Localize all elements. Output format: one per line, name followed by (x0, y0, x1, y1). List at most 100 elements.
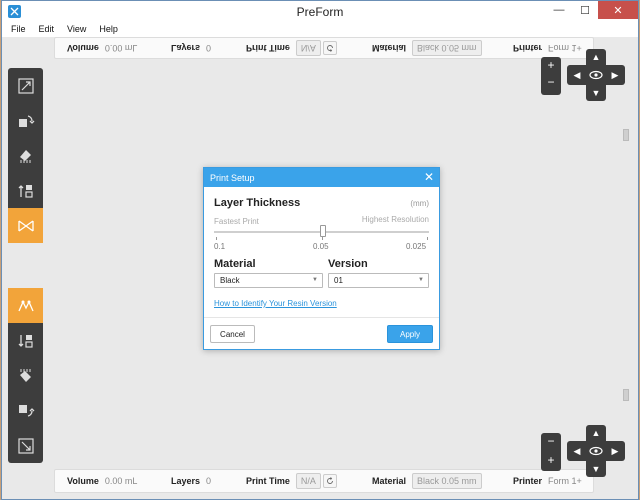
volume-value: 0.00 mL (104, 476, 138, 486)
stat-layers: Layers 0 (171, 38, 211, 58)
tick-label-0-1: 0.1 (214, 242, 226, 251)
zoom-out-button[interactable]: − (541, 434, 561, 448)
printer-value: Form 1+ (548, 476, 582, 486)
camera-dpad: ▲ ▼ ◀ ▶ (567, 425, 625, 477)
stats-bar: Volume 0.00 mL Layers 0 Print Time N/A M… (54, 469, 594, 493)
highest-resolution-label: Highest Resolution (361, 215, 429, 224)
stat-print-time: Print Time N/A (246, 38, 337, 58)
zoom-controls: − + (541, 433, 561, 471)
layer-thickness-header: Layer Thickness (mm) (214, 197, 429, 209)
menu-file[interactable]: File (11, 23, 26, 37)
chevron-down-icon: ▼ (312, 277, 318, 283)
resin-version-help-link[interactable]: How to Identify Your Resin Version (214, 299, 337, 308)
slider-tick (216, 237, 217, 240)
orient-icon[interactable] (8, 138, 43, 173)
pan-right-button[interactable]: ▶ (605, 443, 625, 459)
scrollbar-thumb-bottom[interactable] (623, 389, 629, 401)
dialog-header: Print Setup ✕ (204, 168, 439, 187)
title-bar: PreForm — ☐ ✕ (2, 1, 638, 23)
print-time-value: N/A (295, 473, 321, 489)
dialog-close-icon[interactable]: ✕ (424, 170, 434, 184)
dialog-title: Print Setup (210, 172, 255, 183)
dialog-body: Layer Thickness (mm) Fastest Print Highe… (204, 187, 439, 318)
zoom-in-button[interactable]: + (541, 58, 561, 72)
material-title: Material (214, 258, 256, 270)
material-label: Material (372, 43, 407, 53)
tick-label-0-05: 0.05 (313, 242, 329, 251)
stat-material: Material Black 0.05 mm (372, 470, 484, 492)
zoom-out-button[interactable]: − (541, 75, 561, 89)
printer-label: Printer (513, 43, 543, 53)
refresh-icon[interactable] (322, 41, 337, 55)
volume-label: Volume (67, 43, 99, 53)
camera-dpad: ▲ ▼ ◀ ▶ (567, 49, 625, 101)
print-time-label: Print Time (246, 476, 290, 486)
layout-icon[interactable] (8, 173, 43, 208)
pan-left-button[interactable]: ◀ (567, 443, 587, 459)
eye-icon[interactable] (588, 67, 604, 83)
material-select[interactable]: Black ▼ (214, 273, 323, 288)
slider-tick (322, 237, 323, 240)
expand-icon[interactable] (8, 428, 43, 463)
stat-volume: Volume 0.00 mL (67, 38, 137, 58)
layers-label: Layers (171, 476, 201, 486)
print-time-value: N/A (295, 40, 321, 56)
supports-icon[interactable] (8, 208, 43, 243)
supports-icon[interactable] (8, 288, 43, 323)
menu-bar: File Edit View Help (2, 23, 638, 37)
stat-volume: Volume 0.00 mL (67, 470, 137, 492)
eye-icon[interactable] (588, 443, 604, 459)
version-select-value: 01 (334, 276, 343, 285)
menu-edit[interactable]: Edit (39, 23, 55, 37)
tick-label-0-025: 0.025 (406, 242, 427, 251)
layer-thickness-title: Layer Thickness (214, 197, 301, 209)
pan-up-button[interactable]: ▲ (586, 49, 606, 65)
zoom-in-button[interactable]: + (541, 453, 561, 467)
layers-value: 0 (206, 476, 212, 486)
apply-button[interactable]: Apply (387, 325, 433, 343)
preform-window: PreForm — ☐ ✕ File Edit View Help Volume… (1, 0, 639, 500)
close-window-button[interactable]: ✕ (598, 1, 638, 19)
unit-label: (mm) (410, 199, 429, 208)
fastest-print-label: Fastest Print (214, 217, 259, 226)
scrollbar-thumb-top[interactable] (623, 129, 629, 141)
pan-left-button[interactable]: ◀ (567, 67, 587, 83)
stat-layers: Layers 0 (171, 470, 211, 492)
layers-value: 0 (206, 43, 212, 53)
printer-label: Printer (513, 476, 543, 486)
material-label: Material (372, 476, 407, 486)
pan-right-button[interactable]: ▶ (605, 67, 625, 83)
window-controls: — ☐ ✕ (546, 1, 638, 19)
cancel-button[interactable]: Cancel (210, 325, 255, 343)
toolbar-top (8, 68, 43, 243)
layers-label: Layers (171, 43, 201, 53)
expand-icon[interactable] (8, 68, 43, 103)
window-title: PreForm (296, 5, 344, 19)
toolbar-bottom (8, 288, 43, 463)
zoom-controls: + − (541, 57, 561, 95)
pan-down-button[interactable]: ▼ (586, 85, 606, 101)
chevron-down-icon: ▼ (418, 277, 424, 283)
menu-help[interactable]: Help (99, 23, 118, 37)
rotate-icon[interactable] (8, 103, 43, 138)
print-setup-dialog: Print Setup ✕ Layer Thickness (mm) Faste… (203, 167, 440, 350)
maximize-button[interactable]: ☐ (572, 1, 598, 19)
version-select[interactable]: 01 ▼ (328, 273, 429, 288)
menu-view[interactable]: View (67, 23, 86, 37)
stat-material: Material Black 0.05 mm (372, 38, 484, 58)
slider-thumb[interactable] (320, 225, 326, 237)
material-select-value: Black (220, 276, 240, 285)
minimize-button[interactable]: — (546, 1, 572, 19)
layout-icon[interactable] (8, 323, 43, 358)
orient-icon[interactable] (8, 358, 43, 393)
material-value: Black 0.05 mm (412, 473, 482, 489)
refresh-icon[interactable] (322, 474, 337, 488)
volume-value: 0.00 mL (104, 43, 138, 53)
volume-label: Volume (67, 476, 99, 486)
print-time-label: Print Time (246, 43, 290, 53)
rotate-icon[interactable] (8, 393, 43, 428)
pan-down-button[interactable]: ▼ (586, 461, 606, 477)
dialog-footer: Cancel Apply (204, 317, 439, 349)
pan-up-button[interactable]: ▲ (586, 425, 606, 441)
slider-tick (427, 237, 428, 240)
